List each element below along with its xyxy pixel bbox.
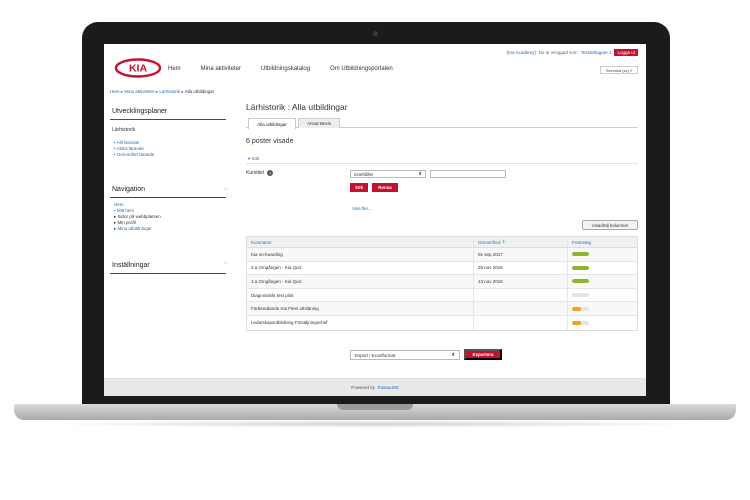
main-nav: Hem Mina aktiviteter Utbildningskatalog … — [168, 66, 393, 72]
collapse-icon[interactable]: ◇ — [224, 260, 228, 266]
filter-operator-select[interactable]: innehåller ⬍ — [350, 170, 426, 178]
breadcrumb-current: Alla utbildingar — [184, 89, 215, 94]
progress-fill — [572, 279, 589, 284]
search-toggle[interactable]: ▾ Sök — [248, 156, 259, 162]
tab-bar: Alla utbildingar Annat Bevis — [246, 118, 638, 129]
logout-button[interactable]: Logga ut — [614, 49, 638, 56]
footer: Powered by TotaraLMS — [104, 378, 646, 396]
table-row: Kia on-boarding 01 sep 2017 — [247, 248, 637, 262]
course-name[interactable]: Diagnostiskt test pilot — [247, 289, 473, 302]
sidebar-item-courses[interactable]: ▸ Mina utbildningar — [114, 226, 161, 232]
progress-bar — [572, 306, 589, 311]
nav-about[interactable]: Om Utbildningsportalen — [330, 66, 393, 72]
progress-bar — [572, 279, 589, 284]
sort-down-icon: ⬇ — [501, 239, 506, 244]
laptop-shadow — [40, 420, 710, 428]
table-row: 1:a Omgången - Kia Quiz 13 nov 2015 — [247, 275, 637, 289]
course-name[interactable]: Ledarskapsutbildning Försäljningschef — [247, 316, 473, 330]
progress-cell — [567, 248, 639, 261]
breadcrumb-activities[interactable]: Mina aktiviteter — [124, 89, 154, 94]
record-count: 6 poster visade — [246, 138, 294, 145]
totara-link[interactable]: TotaraLMS — [377, 385, 399, 390]
sidebar-nav-list: Hem ▪ Mitt hem ▸ Sidor på webbplatsen ▸ … — [114, 202, 161, 232]
clear-button[interactable]: Rensa — [372, 183, 398, 192]
sidebar-item-completed[interactable]: • Genomfört lärande — [114, 152, 154, 158]
header-progress[interactable]: Framsteg — [567, 237, 639, 247]
laptop-notch — [337, 404, 413, 410]
header-course-name[interactable]: Kursnamn — [247, 237, 473, 247]
course-name[interactable]: 1:a Omgången - Kia Quiz — [247, 275, 473, 288]
courses-table: Kursnamn Genomförd ⬇ Framsteg Kia on-boa… — [246, 236, 638, 331]
user-link[interactable]: Testdeltagare 1 — [581, 50, 612, 55]
collapse-icon[interactable]: ◇ — [224, 186, 228, 192]
camera-icon — [373, 31, 378, 36]
sidebar-divider — [110, 119, 226, 120]
progress-bar — [572, 265, 589, 270]
breadcrumb-history[interactable]: Lärhistorik — [159, 89, 180, 94]
table-row: Ledarskapsutbildning Försäljningschef — [247, 315, 639, 330]
login-info: [Kia Academy] Du är inloggad som Testdel… — [507, 49, 638, 56]
progress-cell — [567, 315, 639, 330]
logo-text: KIA — [129, 63, 148, 75]
toggle-columns-button[interactable]: Visa/dölj kolumner — [582, 220, 638, 230]
table-header: Kursnamn Genomförd ⬇ Framsteg — [247, 237, 637, 248]
select-arrow-icon: ⬍ — [451, 352, 455, 357]
table-row: Diagnostiskt test pilot — [247, 288, 639, 303]
chevron-down-icon: ▾ — [248, 156, 251, 161]
progress-cell — [567, 302, 639, 315]
breadcrumb-home[interactable]: Hem — [110, 89, 120, 94]
brand-link[interactable]: [Kia Academy] — [507, 50, 536, 55]
course-title-input[interactable] — [430, 170, 506, 178]
nav-my-activities[interactable]: Mina aktiviteter — [201, 66, 241, 72]
show-more-link[interactable]: Visa fler... — [352, 206, 372, 211]
completed-date: 13 nov 2015 — [473, 275, 567, 288]
export-button[interactable]: Exportera — [464, 349, 502, 360]
progress-cell — [567, 261, 639, 275]
nav-catalog[interactable]: Utbildningskatalog — [261, 66, 310, 72]
progress-bar — [572, 320, 589, 325]
progress-fill — [572, 265, 589, 270]
sidebar-settings-title: Inställningar — [112, 262, 150, 269]
tab-all-courses[interactable]: Alla utbildingar — [248, 118, 296, 129]
progress-bar — [572, 293, 589, 298]
completed-date: 25 nov 2015 — [473, 261, 567, 275]
help-icon[interactable]: ? — [267, 170, 274, 176]
laptop-base — [14, 404, 736, 420]
kia-logo[interactable]: KIA — [114, 58, 162, 78]
nav-home[interactable]: Hem — [168, 66, 181, 72]
progress-cell — [567, 288, 639, 302]
completed-date: 01 sep 2017 — [473, 248, 567, 261]
course-name[interactable]: Förberedande Kia Fleet utbildning — [247, 302, 473, 315]
progress-bar — [572, 252, 589, 257]
table-row: Förberedande Kia Fleet utbildning — [247, 302, 637, 316]
sidebar-plans-title: Utvecklingsplaner — [112, 108, 168, 115]
progress-fill — [572, 252, 589, 257]
sidebar-divider — [110, 197, 226, 198]
header-completed[interactable]: Genomförd ⬇ — [473, 237, 567, 247]
progress-cell — [567, 275, 639, 288]
completed-date — [473, 288, 567, 302]
filter-label: Kurstitel ? — [246, 170, 274, 176]
progress-fill — [572, 306, 581, 311]
sidebar-plan-list: • Allt lärande • Aktivt lärande • Genomf… — [114, 140, 154, 158]
sidebar-navigation-title: Navigation — [112, 186, 146, 193]
breadcrumb: Hem ▸ Mina aktiviteter ▸ Lärhistorik ▸ A… — [110, 89, 215, 94]
table-row: 2:a Omgången - Kia Quiz 25 nov 2015 — [247, 261, 639, 276]
screen: [Kia Academy] Du är inloggad som Testdel… — [104, 44, 646, 396]
sidebar-divider — [110, 273, 226, 274]
tab-other-evidence[interactable]: Annat Bevis — [298, 118, 340, 128]
page-title: Lärhistorik : Alla utbildingar — [246, 102, 348, 112]
completed-date — [473, 302, 567, 315]
language-select[interactable]: Svenska (sv) ◊ — [600, 66, 638, 74]
logged-in-text: Du är inloggad som — [538, 50, 578, 55]
search-divider — [246, 163, 638, 164]
export-format-select[interactable]: Export i Excelformat ⬍ — [350, 350, 460, 360]
search-button[interactable]: Sök — [350, 183, 368, 192]
sidebar-history-label: Lärhistorik — [112, 127, 136, 133]
completed-date — [473, 315, 567, 330]
select-arrow-icon: ⬍ — [418, 171, 422, 176]
progress-fill — [572, 320, 581, 325]
course-name[interactable]: 2:a Omgången - Kia Quiz — [247, 262, 473, 275]
course-name[interactable]: Kia on-boarding — [247, 248, 473, 261]
